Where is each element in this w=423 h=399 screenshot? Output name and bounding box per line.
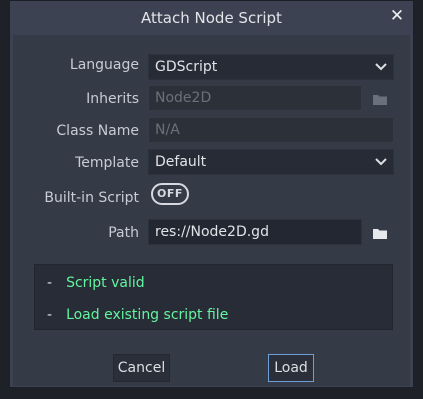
language-value: GDScript [155, 59, 218, 75]
cancel-button[interactable]: Cancel [113, 354, 170, 382]
chevron-down-icon [375, 55, 387, 79]
template-value: Default [155, 154, 207, 170]
class-name-label: Class Name [56, 123, 139, 139]
path-label: Path [108, 225, 139, 241]
status-message: Load existing script file [66, 307, 229, 323]
folder-icon [372, 91, 388, 105]
status-item: - Load existing script file [47, 307, 228, 323]
inherits-value: Node2D [155, 90, 212, 106]
status-panel: - Script valid - Load existing script file [34, 264, 393, 330]
status-item: - Script valid [47, 275, 145, 291]
folder-icon[interactable] [372, 225, 388, 239]
builtin-script-toggle[interactable]: OFF [151, 183, 189, 205]
dialog-body: Language GDScript Inherits Node2D Class … [13, 35, 410, 386]
path-value: res://Node2D.gd [155, 224, 269, 240]
class-name-placeholder: N/A [155, 122, 180, 138]
language-label: Language [69, 57, 139, 73]
status-bullet: - [47, 275, 53, 291]
load-button[interactable]: Load [268, 354, 314, 382]
dialog-title: Attach Node Script [141, 9, 282, 27]
close-icon[interactable]: ✕ [387, 5, 407, 27]
inherits-label: Inherits [86, 91, 139, 107]
builtin-script-label: Built-in Script [44, 190, 139, 206]
path-input[interactable]: res://Node2D.gd [148, 219, 362, 245]
status-bullet: - [47, 307, 53, 323]
language-select[interactable]: GDScript [148, 54, 394, 80]
attach-node-script-dialog: Attach Node Script ✕ Language GDScript I… [9, 0, 414, 388]
status-message: Script valid [66, 275, 145, 291]
template-label: Template [75, 155, 139, 171]
chevron-down-icon [375, 150, 387, 174]
template-select[interactable]: Default [148, 149, 394, 175]
inherits-field: Node2D [148, 85, 362, 111]
class-name-field: N/A [148, 117, 394, 143]
